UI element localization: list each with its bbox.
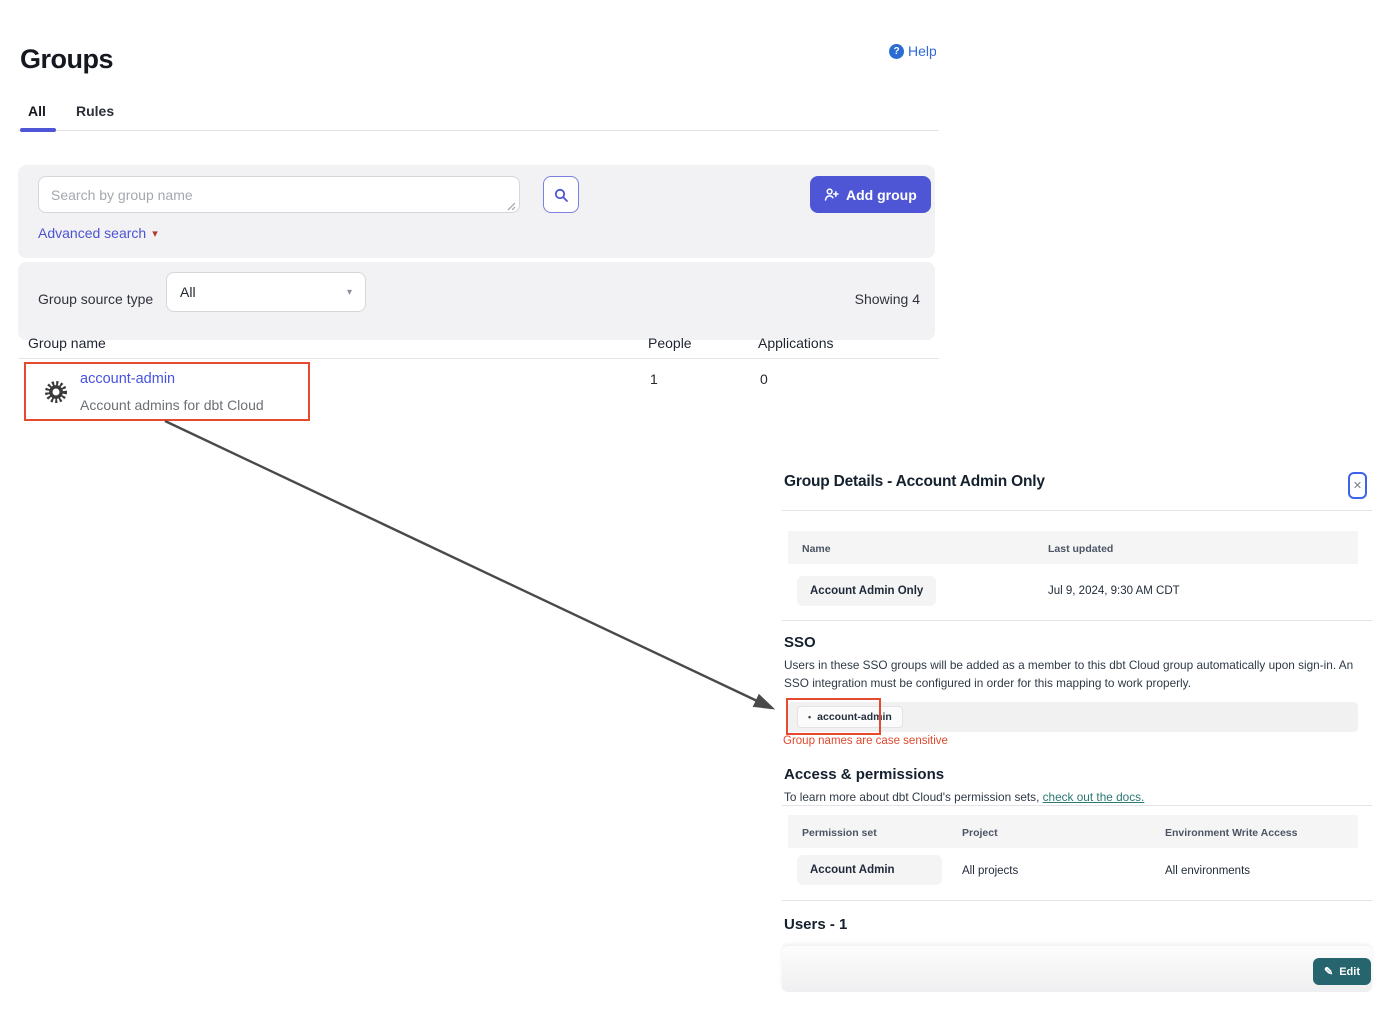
column-header-people: People [648,335,692,351]
edit-button[interactable]: ✎ Edit [1313,958,1371,985]
divider [782,805,1372,806]
search-input[interactable] [38,176,520,213]
case-sensitive-warning: Group names are case sensitive [783,735,948,747]
close-icon: ✕ [1353,479,1362,492]
column-header-applications: Applications [758,335,834,351]
close-button[interactable]: ✕ [1348,472,1367,499]
help-link[interactable]: ? Help [889,41,936,61]
column-header-environment-write-access: Environment Write Access [1165,827,1297,839]
column-header-permission-set: Permission set [802,827,877,839]
table-header-divider [18,358,939,359]
caret-down-icon: ▾ [347,287,352,298]
user-plus-icon [824,187,839,202]
group-gear-icon [44,380,68,404]
tabs-divider [18,130,939,131]
edit-label: Edit [1339,966,1360,978]
caret-down-icon: ▾ [152,227,158,240]
tab-rules[interactable]: Rules [76,103,114,119]
group-description: Account admins for dbt Cloud [80,397,264,413]
environment-value: All environments [1165,865,1250,877]
group-source-type-label: Group source type [38,291,153,307]
annotation-arrow [150,405,810,735]
divider [782,620,1372,621]
sso-group-name: account-admin [817,711,892,723]
sso-description: Users in these SSO groups will be added … [784,656,1360,692]
applications-count: 0 [760,371,768,387]
project-value: All projects [962,865,1018,877]
access-description-text: To learn more about dbt Cloud's permissi… [784,790,1043,804]
people-count: 1 [650,371,658,387]
sso-heading: SSO [784,634,816,651]
access-description: To learn more about dbt Cloud's permissi… [784,790,1144,804]
last-updated-value: Jul 9, 2024, 9:30 AM CDT [1048,585,1180,597]
add-group-button[interactable]: Add group [810,176,931,213]
column-header-group-name: Group name [28,335,106,351]
help-label: Help [908,43,936,59]
details-panel-title: Group Details - Account Admin Only [784,473,1045,491]
details-footer-bar [782,946,1372,992]
advanced-search-label: Advanced search [38,225,146,241]
column-header-last-updated: Last updated [1048,543,1113,555]
active-tab-underline [20,128,56,132]
divider [782,510,1372,511]
advanced-search-link[interactable]: Advanced search ▾ [38,225,158,241]
search-button[interactable] [543,176,579,213]
column-header-name: Name [802,543,831,555]
permission-set-chip: Account Admin [797,855,942,885]
group-source-type-select[interactable]: All ▾ [166,272,366,312]
access-permissions-heading: Access & permissions [784,766,944,783]
page-title: Groups [20,44,113,75]
docs-link[interactable]: check out the docs. [1043,790,1145,804]
search-icon [553,187,569,203]
groups-page: Groups ? Help All Rules Advanced search … [0,0,1386,1009]
divider [782,900,1372,901]
bullet-icon: • [808,712,811,722]
column-header-project: Project [962,827,998,839]
group-name-chip: Account Admin Only [797,576,936,606]
users-heading: Users - 1 [784,916,847,933]
showing-count: Showing 4 [835,291,920,307]
group-name-link[interactable]: account-admin [80,371,175,387]
filter-panel [18,262,935,340]
tab-all[interactable]: All [28,103,46,119]
sso-group-chip: • account-admin [797,706,903,728]
pencil-icon: ✎ [1324,965,1333,978]
add-group-label: Add group [846,187,917,203]
selected-option: All [180,284,196,300]
help-icon: ? [889,44,904,59]
